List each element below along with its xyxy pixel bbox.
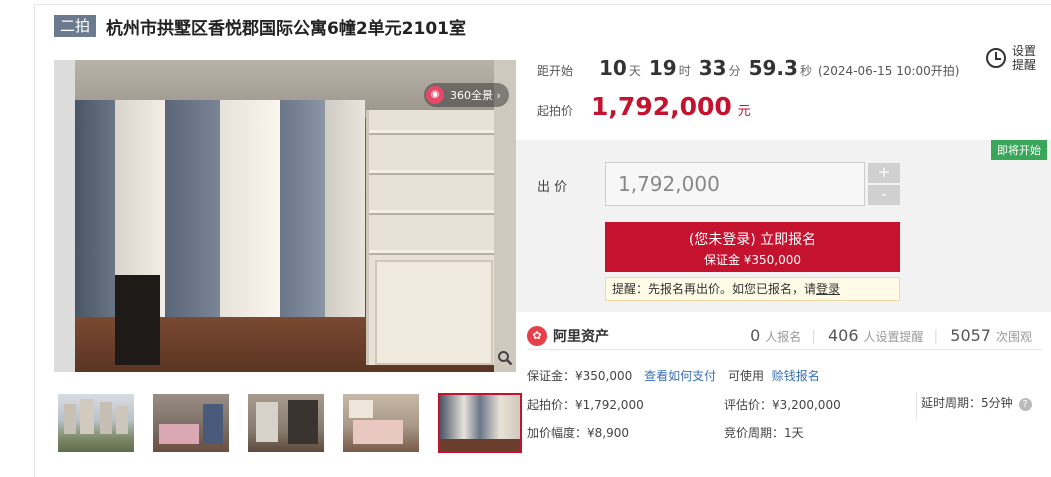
start-price-detail: 起拍价：¥1,792,000 <box>527 398 644 412</box>
alarm-clock-icon <box>986 48 1006 68</box>
panorama-label: 360全景 › <box>450 89 501 102</box>
countdown-minutes: 33 <box>698 56 727 80</box>
countdown-seconds: 59.3 <box>748 56 798 80</box>
signup-count: 0 <box>750 326 761 345</box>
reminder-count: 406 <box>827 326 859 345</box>
reminder-line-1: 设置 <box>1012 44 1037 58</box>
deposit-label: 保证金：¥350,000 <box>527 369 633 383</box>
login-link[interactable]: 登录 <box>816 282 840 296</box>
divider <box>916 392 917 420</box>
status-badge: 即将开始 <box>991 140 1047 160</box>
usable-label: 可使用 <box>727 369 764 383</box>
decrease-bid-button[interactable]: - <box>868 185 900 205</box>
countdown: 距开始 10 天 19 时 33 分 59.3 秒 (2024-06-15 10… <box>537 56 959 82</box>
tip-text: 提醒：先报名再出价。如您已报名，请 <box>612 282 817 296</box>
deposit-row: 保证金：¥350,000 查看如何支付 可使用 赊钱报名 <box>527 367 820 384</box>
countdown-hours: 19 <box>648 56 677 80</box>
start-price-unit: 元 <box>737 104 751 119</box>
panorama-icon: ◉ <box>426 86 444 104</box>
magnifier-icon[interactable] <box>497 350 513 370</box>
stat-divider: | <box>811 329 816 345</box>
signup-button[interactable]: (您未登录) 立即报名 保证金 ¥350,000 <box>605 222 900 272</box>
thumbnail-strip <box>58 393 541 453</box>
set-reminder-label: 设置 提醒 <box>1012 44 1040 72</box>
bidding-cycle: 竞价周期：1天 <box>724 426 804 440</box>
countdown-minutes-unit: 分 <box>728 64 741 78</box>
watcher-count-label: 次围观 <box>995 330 1032 344</box>
start-price-row: 起拍价 1,792,000 元 <box>537 92 751 121</box>
signup-deposit-label: 保证金 ¥350,000 <box>703 253 802 267</box>
reminder-count-label: 人设置提醒 <box>863 330 924 344</box>
page-title: 杭州市拱墅区香悦郡国际公寓6幢2单元2101室 <box>106 18 466 39</box>
bid-amount-input[interactable]: 1,792,000 <box>605 162 865 206</box>
title-row: 二拍 杭州市拱墅区香悦郡国际公寓6幢2单元2101室 <box>54 14 466 39</box>
panorama-button[interactable]: ◉ 360全景 › <box>424 83 509 107</box>
reminder-line-2: 提醒 <box>1012 58 1037 72</box>
how-to-pay-link[interactable]: 查看如何支付 <box>644 369 716 383</box>
help-icon[interactable]: ? <box>1018 398 1032 411</box>
delay-period: 延时周期：5分钟 <box>921 396 1013 410</box>
stat-divider: | <box>933 329 939 345</box>
bid-increment: 加价幅度：¥8,900 <box>527 426 629 440</box>
start-price-label: 起拍价 <box>537 104 574 118</box>
countdown-seconds-unit: 秒 <box>799 64 812 78</box>
countdown-label: 距开始 <box>537 64 574 78</box>
auction-round-badge: 二拍 <box>54 15 97 37</box>
delay-period-row: 延时周期：5分钟? <box>921 394 1032 411</box>
watcher-count: 5057 <box>950 326 991 345</box>
countdown-hours-unit: 时 <box>678 64 691 78</box>
increase-bid-button[interactable]: + <box>868 163 900 183</box>
countdown-days: 10 <box>599 56 627 80</box>
signup-count-label: 人报名 <box>765 330 802 344</box>
thumbnail-2[interactable] <box>153 394 229 452</box>
ali-assets-logo-icon: ✿ <box>527 325 547 346</box>
set-reminder-button[interactable]: 设置 提醒 <box>986 44 1040 72</box>
platform-name: 阿里资产 <box>553 328 609 345</box>
appraisal-price: 评估价：¥3,200,000 <box>724 398 841 412</box>
auction-stats: 0 人报名 | 406 人设置提醒 | 5057 次围观 <box>750 326 1042 345</box>
bid-panel: 即将开始 出 价 1,792,000 + - (您未登录) 立即报名 保证金 ¥… <box>516 140 1051 312</box>
signup-tip: 提醒：先报名再出价。如您已报名，请登录 <box>605 277 900 301</box>
signup-button-label: (您未登录) 立即报名 <box>688 232 817 248</box>
credit-signup-link[interactable]: 赊钱报名 <box>772 369 820 383</box>
thumbnail-5-active[interactable] <box>438 393 522 453</box>
thumbnail-1[interactable] <box>58 394 134 452</box>
thumbnail-3[interactable] <box>248 394 324 452</box>
platform-stats-row: ✿ 阿里资产 0 人报名 | 406 人设置提醒 | 5057 次围观 <box>527 322 1042 350</box>
start-price-value: 1,792,000 <box>591 92 732 121</box>
start-time-note: (2024-06-15 10:00开拍) <box>817 64 960 78</box>
countdown-days-unit: 天 <box>628 64 641 78</box>
thumbnail-4[interactable] <box>343 394 419 452</box>
bid-label: 出 价 <box>537 180 568 195</box>
